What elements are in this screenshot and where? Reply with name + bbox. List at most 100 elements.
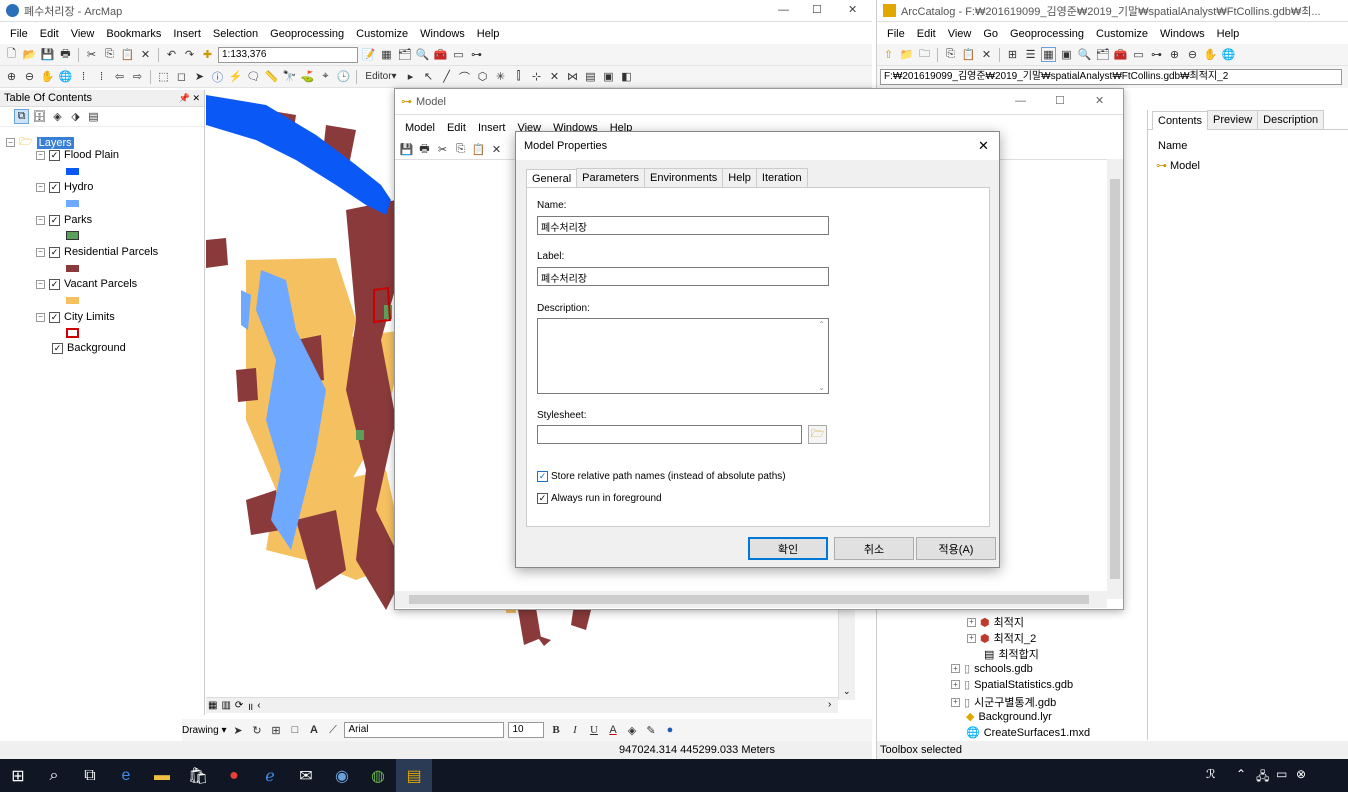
run-in-foreground-checkbox[interactable]: ✓: [537, 493, 548, 504]
arccatalog-titlebar[interactable]: ArcCatalog - F:₩201619099_김영준₩2019_기말₩sp…: [877, 0, 1348, 22]
zoom-in-icon[interactable]: ⊕: [4, 69, 19, 84]
contents-item-model[interactable]: ⊶ Model: [1156, 159, 1200, 173]
pan-icon[interactable]: ✋: [40, 69, 55, 84]
details-icon[interactable]: ▦: [1041, 47, 1056, 62]
store-icon[interactable]: 🛍: [180, 759, 216, 792]
apply-button[interactable]: 적용(A): [916, 537, 996, 560]
close-button[interactable]: ✕: [1095, 94, 1104, 107]
notification-icon[interactable]: ⊗: [1296, 767, 1306, 781]
arcmap-titlebar[interactable]: 폐수처리장 - ArcMap — ☐ ✕: [0, 0, 872, 22]
menu-file[interactable]: File: [881, 28, 911, 40]
mail-icon[interactable]: ✉: [288, 759, 324, 792]
thumbnails-icon[interactable]: ▣: [1059, 47, 1074, 62]
expand-icon[interactable]: +: [951, 680, 960, 689]
delete-icon[interactable]: ✕: [489, 142, 504, 157]
font-size-combo[interactable]: 10: [508, 722, 545, 738]
menu-windows[interactable]: Windows: [1154, 28, 1211, 40]
menu-geoprocessing[interactable]: Geoprocessing: [1004, 28, 1090, 40]
menu-file[interactable]: File: [4, 28, 34, 40]
fixed-zoom-out-icon[interactable]: ⁞: [94, 69, 109, 84]
delete-icon[interactable]: ✕: [979, 47, 994, 62]
font-color-icon[interactable]: A: [605, 723, 620, 738]
sketch-properties-icon[interactable]: ▣: [601, 69, 616, 84]
scroll-thumb[interactable]: [1110, 179, 1120, 579]
tree-item[interactable]: 🌐 CreateSurfaces1.mxd: [966, 726, 1090, 740]
arctoolbox-icon[interactable]: 🧰: [433, 47, 448, 62]
back-icon[interactable]: ⇦: [112, 69, 127, 84]
paste-icon[interactable]: 📋: [471, 142, 486, 157]
python-icon[interactable]: ▭: [1131, 47, 1146, 62]
rotate-icon[interactable]: ⊹: [529, 69, 544, 84]
menu-help[interactable]: Help: [1211, 28, 1246, 40]
menu-view[interactable]: View: [942, 28, 978, 40]
measure-icon[interactable]: 📏: [264, 69, 279, 84]
layer-visibility-checkbox[interactable]: ✓: [49, 246, 60, 258]
location-combo[interactable]: F:₩201619099_김영준₩2019_기말₩spatialAnalyst₩…: [880, 69, 1342, 85]
layer-background[interactable]: ✓ Background: [52, 342, 126, 354]
arcglobe-taskbar-icon[interactable]: ◍: [360, 759, 396, 792]
large-icons-icon[interactable]: ⊞: [1005, 47, 1020, 62]
modelbuilder-icon[interactable]: ⊶: [1149, 47, 1164, 62]
collapse-icon[interactable]: −: [36, 215, 45, 225]
paste-icon[interactable]: 📋: [120, 47, 135, 62]
search-icon[interactable]: ⌕: [36, 759, 72, 792]
list-by-visibility-icon[interactable]: ◈: [50, 109, 65, 124]
split-icon[interactable]: ⫿: [511, 69, 526, 84]
close-button[interactable]: ✕: [848, 3, 857, 16]
edit-vertices-icon[interactable]: ⟋: [325, 723, 340, 738]
tray-chevron-icon[interactable]: ⌃: [1236, 767, 1246, 781]
collapse-icon[interactable]: −: [36, 312, 45, 322]
marker-color-icon[interactable]: ●: [662, 723, 677, 738]
file-explorer-icon[interactable]: ▬: [144, 759, 180, 792]
tree-item[interactable]: + ▯ SpatialStatistics.gdb: [951, 678, 1073, 691]
new-icon[interactable]: 🗋: [4, 47, 19, 62]
store-relative-paths-checkbox[interactable]: ✓: [537, 471, 548, 482]
menu-view[interactable]: View: [65, 28, 101, 40]
tree-item[interactable]: + ⬢ 최적지: [967, 614, 1024, 630]
drawing-menu[interactable]: Drawing ▾: [182, 725, 226, 736]
cut-polygon-icon[interactable]: ✳: [493, 69, 508, 84]
editor-label[interactable]: Editor▾: [362, 69, 400, 84]
chrome-icon[interactable]: ●: [216, 759, 252, 792]
store-relative-paths-row[interactable]: ✓ Store relative path names (instead of …: [537, 471, 786, 482]
collapse-icon[interactable]: −: [6, 138, 15, 147]
add-data-icon[interactable]: ✚: [200, 47, 215, 62]
menu-help[interactable]: Help: [471, 28, 506, 40]
editor-toolbar-icon[interactable]: 📝: [361, 47, 376, 62]
text-icon[interactable]: A: [306, 723, 321, 738]
construction-icon[interactable]: ⌒: [457, 69, 472, 84]
run-in-foreground-row[interactable]: ✓ Always run in foreground: [537, 493, 662, 504]
fixed-zoom-in-icon[interactable]: ⁞: [76, 69, 91, 84]
print-icon[interactable]: 🖶: [417, 142, 432, 157]
find-route-icon[interactable]: ⛳: [300, 69, 315, 84]
paste-icon[interactable]: 📋: [961, 47, 976, 62]
tree-item[interactable]: + ▯ 시군구별통계.gdb: [951, 694, 1056, 710]
table-icon[interactable]: ▦: [379, 47, 394, 62]
redo-icon[interactable]: ↷: [182, 47, 197, 62]
scroll-down-icon[interactable]: ⌄: [843, 686, 851, 697]
layer-visibility-checkbox[interactable]: ✓: [52, 342, 63, 354]
zoom-out-icon[interactable]: ⊖: [22, 69, 37, 84]
layer-residential-parcels[interactable]: − ✓ Residential Parcels: [36, 246, 158, 258]
html-popup-icon[interactable]: 🗨: [246, 69, 261, 84]
expand-icon[interactable]: +: [967, 617, 976, 627]
menu-edit[interactable]: Edit: [34, 28, 65, 40]
identify-icon[interactable]: ⓘ: [210, 69, 225, 84]
list-icon[interactable]: ☰: [1023, 47, 1038, 62]
menu-insert[interactable]: Insert: [167, 28, 207, 40]
collapse-icon[interactable]: −: [36, 279, 45, 289]
model-vertical-scrollbar[interactable]: [1107, 159, 1123, 599]
full-extent-icon[interactable]: 🌐: [58, 69, 73, 84]
menu-selection[interactable]: Selection: [207, 28, 264, 40]
description-textarea[interactable]: ⌃ ⌄: [537, 318, 829, 394]
select-elements-icon[interactable]: ➤: [230, 723, 245, 738]
copy-icon[interactable]: ⎘: [453, 142, 468, 157]
model-titlebar[interactable]: ⊶ Model — ☐ ✕: [395, 89, 1123, 115]
tab-help[interactable]: Help: [722, 168, 757, 187]
layer-vacant-parcels[interactable]: − ✓ Vacant Parcels: [36, 278, 137, 290]
select-elements-icon[interactable]: ➤: [192, 69, 207, 84]
menu-bookmarks[interactable]: Bookmarks: [100, 28, 167, 40]
full-extent-icon[interactable]: 🌐: [1221, 47, 1236, 62]
italic-icon[interactable]: I: [567, 723, 582, 738]
list-by-drawing-order-icon[interactable]: ⧉: [14, 109, 29, 124]
